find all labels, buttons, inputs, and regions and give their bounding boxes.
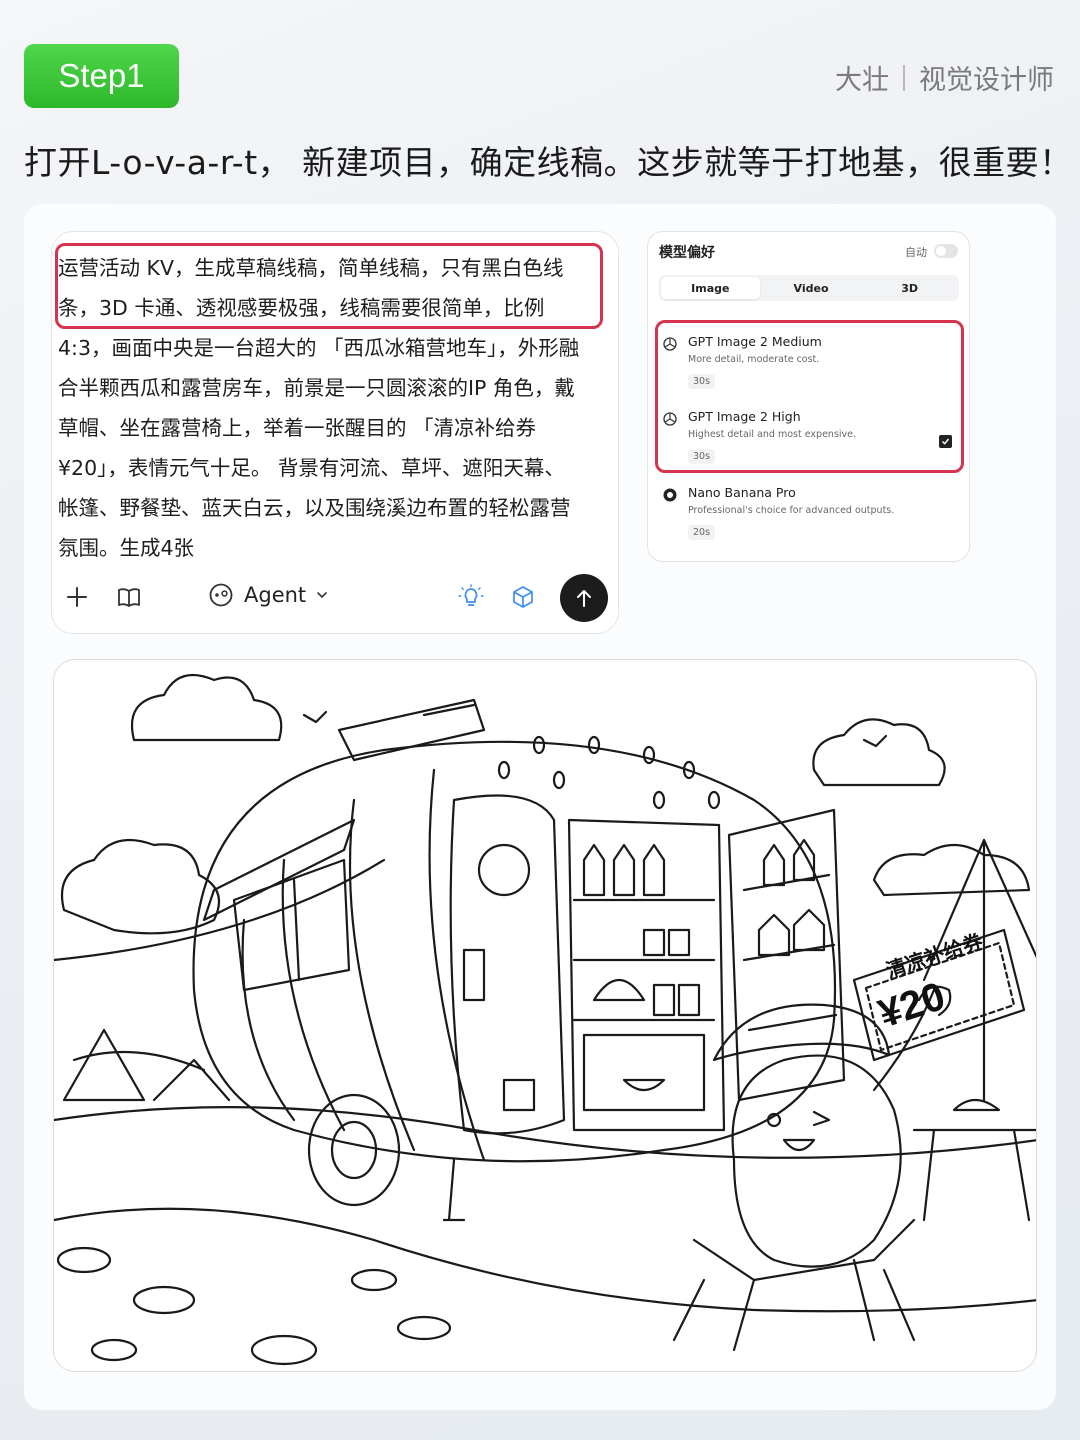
prompt-toolbar: Agent (52, 572, 618, 622)
prompt-line: 帐篷、野餐垫、蓝天白云，以及围绕溪边布置的轻松露营 (58, 496, 571, 520)
agent-selector[interactable]: Agent (208, 582, 328, 608)
prompt-line: 草帽、坐在露营椅上，举着一张醒目的 「清凉补给券 (58, 416, 537, 440)
prompt-line: ¥20」，表情元气十足。 背景有河流、草坪、遮阳天幕、 (58, 456, 565, 480)
model-type-tabs: Image Video 3D (659, 275, 959, 301)
agent-label: Agent (244, 583, 307, 607)
lightbulb-icon[interactable] (458, 584, 484, 610)
chevron-down-icon (317, 592, 327, 599)
gemini-icon (663, 488, 677, 502)
prompt-highlight-box (55, 243, 603, 329)
model-option-nano-banana-pro[interactable]: Nano Banana Pro Professional's choice fo… (662, 485, 952, 545)
coupon-value: ¥20 (873, 974, 950, 1036)
step-badge: Step1 (24, 44, 179, 108)
prompt-input-box[interactable]: 运营活动 KV，生成草稿线稿，简单线稿，只有黑白色线 条，3D 卡通、透视感要极… (51, 231, 619, 634)
content-card: 运营活动 KV，生成草稿线稿，简单线稿，只有黑白色线 条，3D 卡通、透视感要极… (24, 204, 1056, 1410)
panel-title: 模型偏好 (659, 245, 715, 261)
model-preference-panel: 模型偏好 自动 Image Video 3D GPT Image 2 Mediu… (647, 231, 970, 562)
generated-sketch-image[interactable]: 清凉补给券 ¥20 (53, 659, 1037, 1372)
author-title: 视觉设计师 (919, 65, 1054, 96)
tab-video[interactable]: Video (762, 275, 861, 301)
auto-label: 自动 (905, 246, 927, 259)
model-time-badge: 20s (688, 525, 716, 540)
tab-image[interactable]: Image (661, 277, 760, 299)
arrow-up-icon (577, 590, 591, 607)
tab-3d[interactable]: 3D (860, 275, 959, 301)
prompt-line: 4:3，画面中央是一台超大的 「西瓜冰箱营地车」，外形融 (58, 336, 580, 360)
prompt-line: 合半颗西瓜和露营房车，前景是一只圆滚滚的IP 角色，戴 (58, 376, 575, 400)
cube-icon[interactable] (510, 584, 536, 610)
model-name: Nano Banana Pro (688, 485, 796, 500)
prompt-line: 氛围。生成4张 (58, 536, 195, 560)
model-description: Professional's choice for advanced outpu… (688, 505, 895, 516)
book-icon[interactable] (116, 584, 142, 610)
plus-icon[interactable] (64, 584, 90, 610)
author-divider (903, 64, 905, 91)
author-credit: 大壮 视觉设计师 (835, 58, 1054, 97)
auto-toggle[interactable] (934, 244, 958, 258)
agent-icon (209, 583, 233, 607)
author-name: 大壮 (835, 65, 889, 96)
send-button[interactable] (560, 574, 608, 622)
model-highlight-box (655, 320, 964, 473)
line-art-illustration: 清凉补给券 ¥20 (54, 673, 1036, 1366)
page-headline: 打开L-o-v-a-r-t， 新建项目，确定线稿。这步就等于打地基，很重要！ (24, 143, 1073, 182)
